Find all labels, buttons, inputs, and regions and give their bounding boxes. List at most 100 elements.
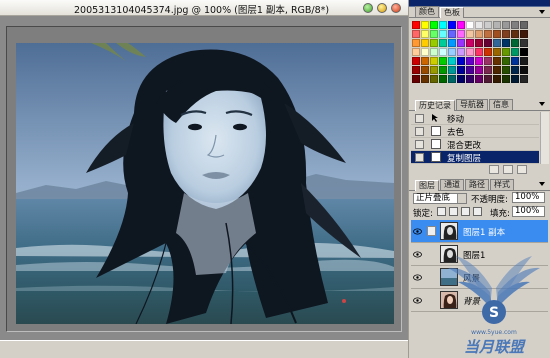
color-swatch[interactable]: [466, 39, 474, 47]
lock-transparency-icon[interactable]: [437, 207, 446, 216]
maximize-button[interactable]: [377, 3, 387, 13]
color-swatch[interactable]: [502, 66, 510, 74]
color-swatch[interactable]: [475, 21, 483, 29]
tab-color[interactable]: 颜色: [415, 6, 439, 17]
color-swatch[interactable]: [412, 66, 420, 74]
image-canvas[interactable]: [16, 43, 394, 324]
color-swatch[interactable]: [412, 21, 420, 29]
layer-row[interactable]: 图层1: [411, 243, 548, 266]
color-swatch[interactable]: [484, 21, 492, 29]
color-swatch[interactable]: [457, 57, 465, 65]
blend-mode-select[interactable]: 正片叠底: [413, 193, 467, 204]
color-swatch[interactable]: [475, 57, 483, 65]
document-titlebar[interactable]: 2005313104045374.jpg @ 100% (图层1 副本, RGB…: [0, 0, 408, 16]
lock-all-icon[interactable]: [473, 207, 482, 216]
color-swatch[interactable]: [475, 48, 483, 56]
tab-navigator[interactable]: 导航器: [456, 99, 488, 110]
color-swatch[interactable]: [466, 21, 474, 29]
color-swatch[interactable]: [412, 48, 420, 56]
history-item-selected[interactable]: 复制图层: [411, 151, 539, 164]
color-swatch[interactable]: [475, 75, 483, 83]
color-swatch[interactable]: [439, 21, 447, 29]
color-swatch[interactable]: [421, 75, 429, 83]
color-swatch[interactable]: [439, 39, 447, 47]
color-swatch[interactable]: [457, 75, 465, 83]
color-swatch[interactable]: [412, 57, 420, 65]
tab-info[interactable]: 信息: [489, 99, 513, 110]
layer-row[interactable]: 背景: [411, 289, 548, 312]
color-swatch[interactable]: [457, 21, 465, 29]
lock-image-icon[interactable]: [449, 207, 458, 216]
history-snapshot-checkbox[interactable]: [415, 140, 424, 149]
color-swatch[interactable]: [421, 48, 429, 56]
color-swatch[interactable]: [430, 39, 438, 47]
tab-styles[interactable]: 样式: [490, 179, 514, 190]
color-swatch[interactable]: [439, 75, 447, 83]
minimize-button[interactable]: [363, 3, 373, 13]
color-swatch[interactable]: [475, 30, 483, 38]
color-swatch[interactable]: [502, 30, 510, 38]
eye-icon[interactable]: [413, 228, 422, 235]
color-swatch[interactable]: [502, 21, 510, 29]
color-swatch[interactable]: [475, 66, 483, 74]
color-swatch[interactable]: [511, 66, 519, 74]
color-swatch[interactable]: [439, 48, 447, 56]
color-swatch[interactable]: [457, 48, 465, 56]
color-swatch[interactable]: [520, 39, 528, 47]
color-swatch[interactable]: [421, 21, 429, 29]
color-swatch[interactable]: [511, 21, 519, 29]
panel-menu-arrow-icon[interactable]: [538, 8, 546, 16]
color-swatch[interactable]: [421, 39, 429, 47]
color-swatch[interactable]: [430, 21, 438, 29]
color-swatch[interactable]: [484, 57, 492, 65]
color-swatch[interactable]: [520, 21, 528, 29]
color-swatch[interactable]: [493, 57, 501, 65]
tab-paths[interactable]: 路径: [465, 179, 489, 190]
color-swatch[interactable]: [493, 48, 501, 56]
color-swatch[interactable]: [430, 75, 438, 83]
tab-swatches[interactable]: 色板: [440, 7, 464, 18]
color-swatch[interactable]: [511, 39, 519, 47]
color-swatch[interactable]: [511, 57, 519, 65]
color-swatch[interactable]: [502, 75, 510, 83]
color-swatch[interactable]: [439, 66, 447, 74]
history-item[interactable]: 去色: [411, 125, 539, 138]
color-swatch[interactable]: [412, 30, 420, 38]
color-swatch[interactable]: [448, 57, 456, 65]
color-swatch[interactable]: [520, 30, 528, 38]
color-swatch[interactable]: [493, 39, 501, 47]
color-swatch[interactable]: [493, 30, 501, 38]
color-swatch[interactable]: [484, 48, 492, 56]
eye-icon[interactable]: [413, 251, 422, 258]
color-swatch[interactable]: [421, 30, 429, 38]
color-swatch[interactable]: [502, 39, 510, 47]
color-swatch[interactable]: [448, 21, 456, 29]
color-swatch[interactable]: [412, 75, 420, 83]
color-swatch[interactable]: [448, 30, 456, 38]
eye-icon[interactable]: [413, 297, 422, 304]
color-swatch[interactable]: [511, 48, 519, 56]
tab-history[interactable]: 历史记录: [415, 100, 455, 111]
color-swatch[interactable]: [430, 30, 438, 38]
color-swatch[interactable]: [430, 66, 438, 74]
color-swatch[interactable]: [430, 57, 438, 65]
eye-icon[interactable]: [413, 274, 422, 281]
color-swatch[interactable]: [448, 66, 456, 74]
color-swatch[interactable]: [493, 75, 501, 83]
color-swatch[interactable]: [520, 66, 528, 74]
color-swatch[interactable]: [484, 75, 492, 83]
history-scrollbar[interactable]: [540, 112, 549, 164]
color-swatch[interactable]: [466, 30, 474, 38]
panel-menu-arrow-icon[interactable]: [538, 100, 546, 108]
color-swatch[interactable]: [421, 57, 429, 65]
color-swatch[interactable]: [511, 75, 519, 83]
panel-menu-arrow-icon[interactable]: [538, 180, 546, 188]
color-swatch[interactable]: [430, 48, 438, 56]
color-swatch[interactable]: [439, 30, 447, 38]
color-swatch[interactable]: [520, 57, 528, 65]
color-swatch[interactable]: [448, 48, 456, 56]
color-swatch[interactable]: [466, 75, 474, 83]
color-swatch[interactable]: [484, 30, 492, 38]
close-button[interactable]: [391, 3, 401, 13]
color-swatch[interactable]: [484, 66, 492, 74]
